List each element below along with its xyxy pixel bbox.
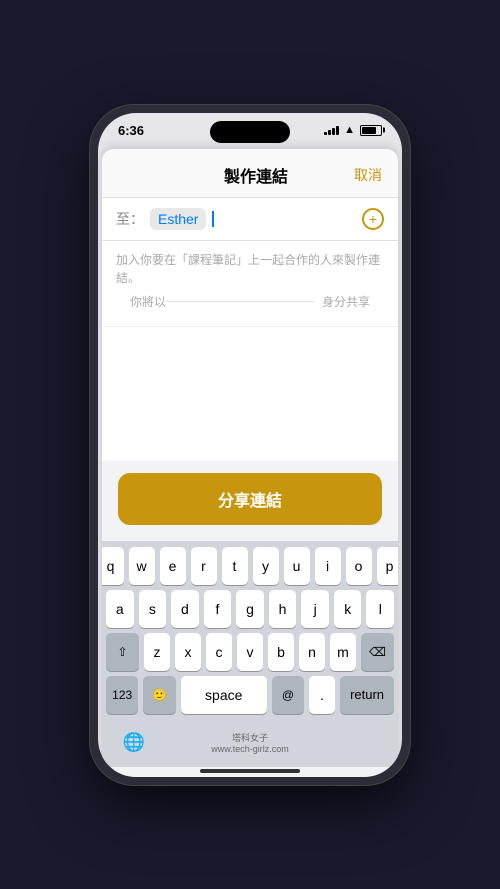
- key-r[interactable]: r: [191, 547, 217, 585]
- identity-label: 身分共享: [322, 293, 370, 310]
- return-key[interactable]: return: [340, 676, 394, 714]
- key-h[interactable]: h: [269, 590, 297, 628]
- add-recipient-button[interactable]: +: [362, 208, 384, 230]
- status-icons: ▲: [324, 124, 382, 136]
- modal-sheet: 製作連結 取消 至： Esther + 加入你要在「課程筆記」上一起合作的人來製…: [102, 149, 398, 777]
- keyboard-row-4: 123 🙂 space @ . return: [106, 676, 394, 714]
- sheet-title: 製作連結: [158, 163, 354, 187]
- key-o[interactable]: o: [346, 547, 372, 585]
- key-n[interactable]: n: [299, 633, 325, 671]
- to-label: 至：: [116, 209, 144, 229]
- signal-icon: [324, 126, 339, 135]
- key-q[interactable]: q: [102, 547, 124, 585]
- cancel-button[interactable]: 取消: [354, 165, 382, 185]
- recipient-tag[interactable]: Esther: [150, 208, 206, 230]
- shift-key[interactable]: ⇧: [106, 633, 139, 671]
- key-l[interactable]: l: [366, 590, 394, 628]
- key-s[interactable]: s: [139, 590, 167, 628]
- numbers-key[interactable]: 123: [106, 676, 138, 714]
- text-cursor: [212, 211, 214, 227]
- sheet-header: 製作連結 取消: [102, 149, 398, 198]
- watermark-text: 塔科女子 www.tech-girlz.com: [150, 731, 350, 754]
- share-link-label: 分享連結: [218, 493, 282, 510]
- watermark-line1: 塔科女子: [232, 733, 268, 743]
- key-k[interactable]: k: [334, 590, 362, 628]
- period-key[interactable]: .: [309, 676, 335, 714]
- key-c[interactable]: c: [206, 633, 232, 671]
- share-link-button[interactable]: 分享連結: [118, 473, 382, 525]
- key-u[interactable]: u: [284, 547, 310, 585]
- description-text: 加入你要在「課程筆記」上一起合作的人來製作連結。: [116, 253, 380, 285]
- identity-row: 你將以 身分共享: [116, 287, 384, 320]
- delete-key[interactable]: ⌫: [361, 633, 394, 671]
- key-j[interactable]: j: [301, 590, 329, 628]
- keyboard-row-1: q w e r t y u i o p: [106, 547, 394, 585]
- to-field[interactable]: 至： Esther +: [102, 198, 398, 241]
- globe-key[interactable]: 🌐: [118, 727, 150, 759]
- key-g[interactable]: g: [236, 590, 264, 628]
- emoji-key[interactable]: 🙂: [143, 676, 175, 714]
- home-indicator: [200, 769, 300, 773]
- phone-screen: 6:36 ▲: [98, 113, 402, 777]
- dynamic-island: [210, 121, 290, 143]
- battery-fill: [362, 127, 376, 134]
- share-button-container: 分享連結: [102, 461, 398, 541]
- identity-prefix: 你將以: [130, 293, 166, 310]
- status-time: 6:36: [118, 123, 144, 138]
- key-w[interactable]: w: [129, 547, 155, 585]
- key-m[interactable]: m: [330, 633, 356, 671]
- key-d[interactable]: d: [171, 590, 199, 628]
- wifi-icon: ▲: [344, 124, 355, 136]
- phone-frame: 6:36 ▲: [90, 105, 410, 785]
- key-v[interactable]: v: [237, 633, 263, 671]
- space-key[interactable]: space: [181, 676, 267, 714]
- key-e[interactable]: e: [160, 547, 186, 585]
- keyboard-row-3: ⇧ z x c v b n m ⌫: [106, 633, 394, 671]
- key-p[interactable]: p: [377, 547, 399, 585]
- watermark: 塔科女子 www.tech-girlz.com: [150, 731, 350, 754]
- key-y[interactable]: y: [253, 547, 279, 585]
- bottom-bar: 🌐 塔科女子 www.tech-girlz.com: [102, 723, 398, 767]
- key-t[interactable]: t: [222, 547, 248, 585]
- key-b[interactable]: b: [268, 633, 294, 671]
- key-x[interactable]: x: [175, 633, 201, 671]
- battery-icon: [360, 125, 382, 136]
- description-area: 加入你要在「課程筆記」上一起合作的人來製作連結。 你將以 身分共享: [102, 241, 398, 327]
- keyboard: q w e r t y u i o p a: [102, 541, 398, 723]
- identity-line: [166, 301, 314, 302]
- at-key[interactable]: @: [272, 676, 304, 714]
- keyboard-row-2: a s d f g h j k l: [106, 590, 394, 628]
- watermark-line2: www.tech-girlz.com: [211, 744, 289, 754]
- key-z[interactable]: z: [144, 633, 170, 671]
- key-f[interactable]: f: [204, 590, 232, 628]
- key-a[interactable]: a: [106, 590, 134, 628]
- body-area: [102, 327, 398, 461]
- key-i[interactable]: i: [315, 547, 341, 585]
- content: 製作連結 取消 至： Esther + 加入你要在「課程筆記」上一起合作的人來製…: [98, 149, 402, 777]
- screen: 6:36 ▲: [98, 113, 402, 777]
